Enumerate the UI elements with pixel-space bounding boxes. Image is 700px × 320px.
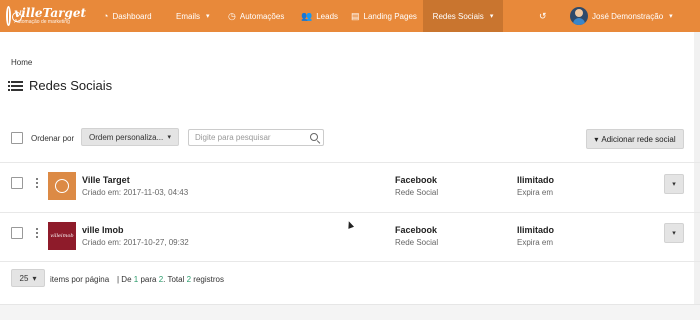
- mouse-cursor-icon: [345, 220, 355, 229]
- search-field[interactable]: [188, 129, 324, 146]
- pager-registros: registros: [193, 275, 224, 284]
- row-network-type: Rede Social: [395, 188, 439, 197]
- row-network: Facebook: [395, 175, 438, 185]
- chevron-down-icon: ▾: [489, 13, 494, 20]
- pager-total: 2: [186, 275, 192, 284]
- nav-dashboard[interactable]: ◔ Dashboard: [103, 0, 152, 32]
- list-icon: [8, 80, 23, 91]
- pager-from: 1: [133, 275, 139, 284]
- dashboard-icon: ◔: [103, 10, 109, 21]
- per-page-label: items por página: [50, 275, 110, 284]
- chevron-down-icon: ▾: [672, 181, 676, 188]
- pagination-summary: | De 1 para 2. Total 2 registros: [117, 275, 224, 284]
- search-input[interactable]: [195, 133, 305, 142]
- row-created: Criado em: 2017-11-03, 04:43: [82, 188, 189, 197]
- avatar: [570, 7, 588, 25]
- per-page-value: 25: [19, 273, 29, 283]
- per-page-select[interactable]: 25 ▾: [11, 269, 45, 287]
- history-icon: ↺: [539, 10, 547, 21]
- user-menu[interactable]: José Demonstração ▾: [570, 0, 673, 32]
- nav-emails-label: Emails: [176, 11, 201, 21]
- row-checkbox[interactable]: [11, 177, 23, 189]
- divider: [0, 162, 700, 163]
- pager-to-word: para: [140, 275, 157, 284]
- row-menu-icon[interactable]: [36, 228, 39, 238]
- row-created: Criado em: 2017-10-27, 09:32: [82, 238, 189, 247]
- nav-landing-pages-label: Landing Pages: [363, 11, 417, 21]
- logo-mark-icon: [6, 6, 23, 26]
- top-navbar: villeTarget Automação de marketing ◔ Das…: [0, 0, 700, 32]
- history-button[interactable]: ↺: [539, 0, 547, 32]
- footer-bar: [0, 304, 700, 320]
- row-name[interactable]: Ville Target: [82, 175, 130, 185]
- page-icon: ▤: [351, 10, 360, 21]
- order-by-label: Ordenar por: [31, 134, 75, 143]
- row-expiry: Expira em: [517, 188, 554, 197]
- chevron-down-icon: ▾: [672, 230, 676, 237]
- divider: [0, 261, 700, 262]
- nav-emails[interactable]: Emails ▾: [176, 0, 210, 32]
- row-network: Facebook: [395, 225, 438, 235]
- logo[interactable]: villeTarget Automação de marketing: [6, 4, 86, 28]
- nav-redes-sociais[interactable]: Redes Sociais ▾: [423, 0, 503, 32]
- nav-leads[interactable]: 👥 Leads: [301, 0, 338, 32]
- users-icon: 👥: [301, 10, 313, 21]
- select-all-checkbox[interactable]: [11, 132, 23, 144]
- row-thumbnail: villeimob: [48, 222, 76, 250]
- pager-total-word: . Total: [163, 275, 185, 284]
- order-by-select[interactable]: Ordem personaliza... ▾: [81, 128, 179, 146]
- scrollbar[interactable]: [694, 32, 700, 304]
- chevron-down-icon: ▾: [206, 13, 210, 20]
- nav-dashboard-label: Dashboard: [112, 11, 152, 21]
- breadcrumb[interactable]: Home: [11, 58, 32, 67]
- row-limit: Ilimitado: [517, 175, 555, 185]
- row-menu-icon[interactable]: [36, 178, 39, 188]
- page-title-text: Redes Sociais: [29, 78, 113, 93]
- search-icon[interactable]: [310, 133, 318, 141]
- divider: [0, 212, 700, 213]
- logo-brand: villeTarget: [14, 6, 86, 20]
- villetarget-logo-icon: [55, 179, 69, 193]
- nav-leads-label: Leads: [316, 11, 339, 21]
- villeimob-logo: villeimob: [50, 233, 74, 239]
- row-checkbox[interactable]: [11, 227, 23, 239]
- row-expand-button[interactable]: ▾: [664, 174, 684, 194]
- pager-prefix: | De: [117, 275, 132, 284]
- chevron-down-icon: ▾: [32, 273, 37, 283]
- row-limit: Ilimitado: [517, 225, 555, 235]
- row-expand-button[interactable]: ▾: [664, 223, 684, 243]
- add-social-network-button[interactable]: ▾ Adicionar rede social: [586, 129, 684, 149]
- chevron-down-icon: ▾: [669, 13, 673, 20]
- row-thumbnail: [48, 172, 76, 200]
- add-button-label: Adicionar rede social: [601, 134, 676, 144]
- user-name: José Demonstração: [592, 11, 664, 21]
- order-by-value: Ordem personaliza...: [89, 132, 164, 142]
- nav-automacoes[interactable]: ◷ Automações: [228, 0, 284, 32]
- logo-tagline: Automação de marketing: [14, 19, 70, 25]
- chevron-down-icon: ▾: [594, 134, 599, 144]
- nav-landing-pages[interactable]: ▤ Landing Pages: [351, 0, 417, 32]
- row-expiry: Expira em: [517, 238, 554, 247]
- page-title: Redes Sociais: [8, 78, 113, 93]
- chevron-down-icon: ▾: [167, 134, 171, 141]
- row-network-type: Rede Social: [395, 238, 439, 247]
- row-name[interactable]: ville Imob: [82, 225, 124, 235]
- nav-automacoes-label: Automações: [239, 11, 285, 21]
- clock-icon: ◷: [228, 10, 236, 21]
- nav-redes-sociais-label: Redes Sociais: [432, 11, 484, 21]
